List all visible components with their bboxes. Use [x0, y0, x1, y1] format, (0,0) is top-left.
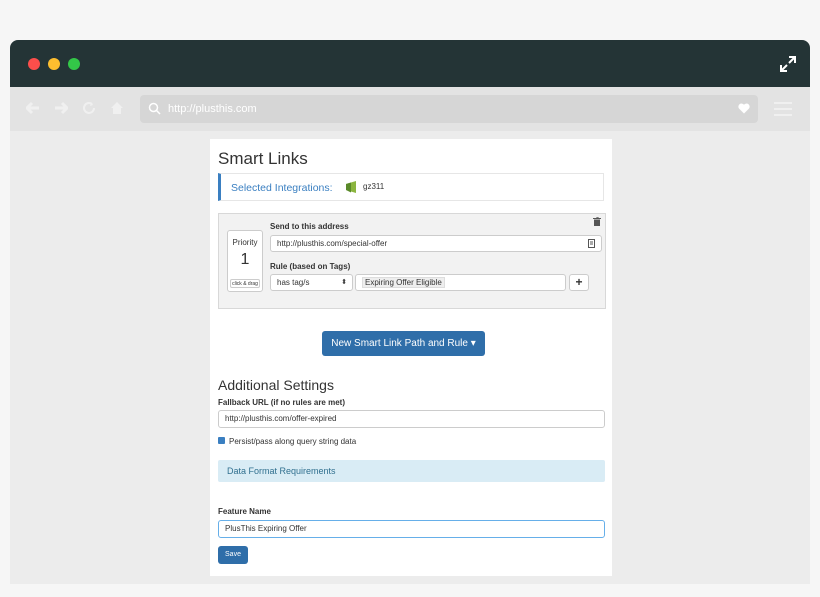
- page-content: Smart Links Selected Integrations: gz311…: [10, 131, 810, 584]
- tag-input[interactable]: Expiring Offer Eligible: [355, 274, 566, 291]
- condition-value: has tag/s: [277, 278, 310, 287]
- persist-label: Persist/pass along query string data: [229, 437, 357, 446]
- smart-link-rule: Priority 1 click & drag Send to this add…: [218, 213, 606, 309]
- close-window-button[interactable]: [28, 58, 40, 70]
- send-address-label: Send to this address: [270, 222, 349, 231]
- new-smart-link-button[interactable]: New Smart Link Path and Rule ▾: [322, 331, 485, 356]
- feature-name-label: Feature Name: [218, 507, 271, 516]
- zoom-window-button[interactable]: [68, 58, 80, 70]
- feature-name-value: PlusThis Expiring Offer: [225, 524, 307, 533]
- send-address-value: http://plusthis.com/special-offer: [277, 239, 388, 248]
- browser-window: http://plusthis.com Smart Links Selected…: [10, 40, 810, 584]
- browser-toolbar: http://plusthis.com: [10, 87, 810, 131]
- integration-logo-icon: [346, 181, 356, 193]
- save-button[interactable]: Save: [218, 546, 248, 564]
- note-icon: [588, 239, 595, 248]
- back-arrow-icon[interactable]: [26, 101, 40, 115]
- minimize-window-button[interactable]: [48, 58, 60, 70]
- home-icon[interactable]: [110, 101, 124, 115]
- fallback-url-input[interactable]: http://plusthis.com/offer-expired: [218, 410, 605, 428]
- selected-integrations-bar: Selected Integrations: gz311: [218, 173, 604, 201]
- feature-name-input[interactable]: PlusThis Expiring Offer: [218, 520, 605, 538]
- page-title: Smart Links: [218, 149, 308, 168]
- heart-icon[interactable]: [738, 103, 750, 114]
- drag-handle-label: click & drag: [230, 279, 260, 288]
- integrations-label: Selected Integrations:: [231, 182, 333, 194]
- address-bar[interactable]: http://plusthis.com: [140, 95, 758, 123]
- priority-handle[interactable]: Priority 1 click & drag: [227, 230, 263, 292]
- fallback-url-label: Fallback URL (if no rules are met): [218, 398, 345, 407]
- integration-name: gz311: [363, 182, 385, 191]
- reload-icon[interactable]: [82, 101, 96, 115]
- smart-links-panel: Smart Links Selected Integrations: gz311…: [210, 139, 612, 576]
- search-icon: [148, 102, 161, 115]
- priority-value: 1: [240, 251, 250, 268]
- trash-icon[interactable]: [593, 217, 601, 226]
- data-format-requirements-panel[interactable]: Data Format Requirements: [218, 460, 605, 482]
- hamburger-icon[interactable]: [774, 102, 792, 116]
- add-rule-button[interactable]: +: [569, 274, 589, 291]
- priority-label: Priority: [232, 238, 258, 247]
- additional-settings-title: Additional Settings: [218, 377, 334, 393]
- rule-label: Rule (based on Tags): [270, 262, 351, 271]
- expand-icon[interactable]: [778, 54, 798, 74]
- condition-select[interactable]: has tag/s ⬍: [270, 274, 353, 291]
- send-address-input[interactable]: http://plusthis.com/special-offer: [270, 235, 602, 252]
- title-bar: [10, 40, 810, 87]
- forward-arrow-icon[interactable]: [54, 101, 68, 115]
- tag-chip: Expiring Offer Eligible: [362, 277, 445, 288]
- fallback-url-value: http://plusthis.com/offer-expired: [225, 414, 337, 423]
- url-text: http://plusthis.com: [168, 103, 257, 115]
- persist-checkbox[interactable]: [218, 437, 225, 444]
- select-arrows-icon: ⬍: [341, 279, 347, 286]
